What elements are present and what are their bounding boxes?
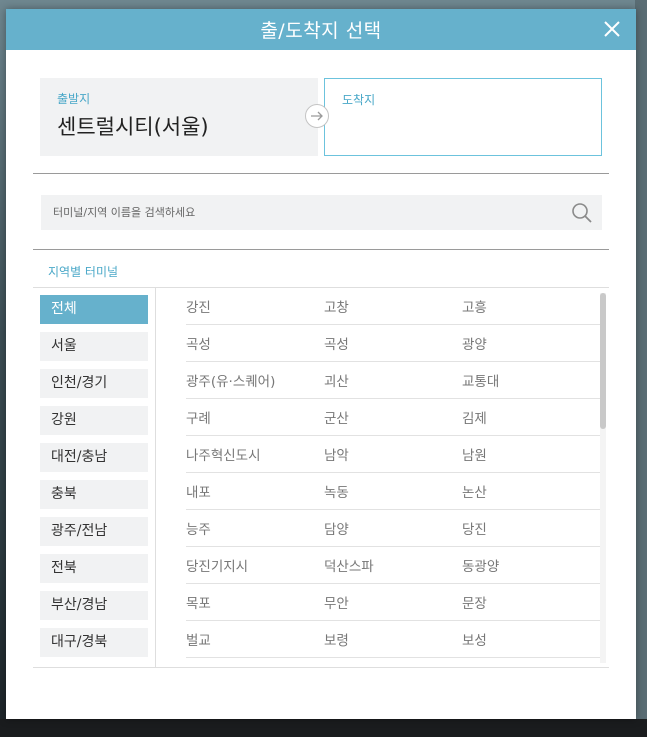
- terminal-item[interactable]: 목포: [186, 592, 324, 612]
- region-item[interactable]: 광주/전남: [40, 517, 148, 546]
- search-input[interactable]: [41, 195, 561, 230]
- region-item[interactable]: 대구/경북: [40, 628, 148, 657]
- region-item[interactable]: 전북: [40, 554, 148, 583]
- terminal-grid: 강진 고창 고흥 곡성 곡성 광양 광주(유·스퀘어) 괴산 교통대 구례 군산…: [186, 288, 600, 658]
- region-item[interactable]: 서울: [40, 332, 148, 361]
- terminal-item[interactable]: 김제: [462, 407, 600, 427]
- terminal-item[interactable]: 보령: [324, 629, 462, 649]
- terminal-item[interactable]: 남원: [462, 444, 600, 464]
- terminal-row: 당진기지시 덕산스파 동광양: [186, 547, 600, 584]
- arrival-field[interactable]: 도착지: [324, 78, 602, 156]
- close-button[interactable]: [598, 15, 626, 43]
- terminal-row: 광주(유·스퀘어) 괴산 교통대: [186, 362, 600, 399]
- terminal-item[interactable]: 문장: [462, 592, 600, 612]
- departure-value: 센트럴시티(서울): [57, 115, 209, 139]
- terminal-row: 강진 고창 고흥: [186, 288, 600, 325]
- region-panel: 전체 서울 인천/경기 강원 대전/충남 충북 광주/전남 전북 부산/경남 대…: [33, 287, 609, 668]
- region-section-title: 지역별 터미널: [48, 265, 119, 279]
- panel-divider: [155, 288, 156, 667]
- terminal-item[interactable]: 당진기지시: [186, 555, 324, 575]
- terminal-select-modal: 출/도착지 선택 출발지 센트럴시티(서울) 도착지 터미널/지역 이름을 검색…: [6, 9, 636, 719]
- terminal-item[interactable]: 괴산: [324, 370, 462, 390]
- terminal-item[interactable]: 당진: [462, 518, 600, 538]
- modal-header: 출/도착지 선택: [6, 9, 636, 50]
- terminal-row: 목포 무안 문장: [186, 584, 600, 621]
- terminal-item[interactable]: 벌교: [186, 629, 324, 649]
- route-selector: 출발지 센트럴시티(서울) 도착지: [40, 78, 602, 156]
- terminal-item[interactable]: 덕산스파: [324, 555, 462, 575]
- region-item[interactable]: 충북: [40, 480, 148, 509]
- terminal-item[interactable]: 나주혁신도시: [186, 444, 324, 464]
- terminal-row: 곡성 곡성 광양: [186, 325, 600, 362]
- region-item[interactable]: 전체: [40, 295, 148, 324]
- search-icon: [572, 203, 592, 223]
- search-button[interactable]: [570, 201, 594, 225]
- backdrop-bottom-bar: [0, 719, 647, 737]
- terminal-item[interactable]: 광주(유·스퀘어): [186, 370, 324, 390]
- terminal-item[interactable]: 고흥: [462, 296, 600, 316]
- divider: [33, 249, 609, 250]
- scrollbar[interactable]: [600, 293, 606, 663]
- terminal-item[interactable]: 군산: [324, 407, 462, 427]
- arrow-right-icon: [311, 111, 323, 121]
- terminal-item[interactable]: 강진: [186, 296, 324, 316]
- terminal-item[interactable]: 녹동: [324, 481, 462, 501]
- terminal-item[interactable]: 곡성: [186, 333, 324, 353]
- region-item[interactable]: 부산/경남: [40, 591, 148, 620]
- terminal-item[interactable]: 담양: [324, 518, 462, 538]
- arrival-label: 도착지: [342, 93, 376, 107]
- terminal-item[interactable]: 동광양: [462, 555, 600, 575]
- terminal-item[interactable]: 보성: [462, 629, 600, 649]
- terminal-item[interactable]: 광양: [462, 333, 600, 353]
- terminal-item[interactable]: 교통대: [462, 370, 600, 390]
- terminal-row: 벌교 보령 보성: [186, 621, 600, 658]
- terminal-item[interactable]: 고창: [324, 296, 462, 316]
- scrollbar-thumb[interactable]: [600, 293, 606, 429]
- region-item[interactable]: 인천/경기: [40, 369, 148, 398]
- terminal-item[interactable]: 곡성: [324, 333, 462, 353]
- close-icon: [604, 21, 620, 37]
- terminal-row: 내포 녹동 논산: [186, 473, 600, 510]
- terminal-item[interactable]: 무안: [324, 592, 462, 612]
- terminal-item[interactable]: 내포: [186, 481, 324, 501]
- terminal-item[interactable]: 구례: [186, 407, 324, 427]
- route-arrow: [305, 104, 329, 128]
- departure-label: 출발지: [57, 92, 91, 106]
- modal-title: 출/도착지 선택: [260, 20, 382, 42]
- region-list: 전체 서울 인천/경기 강원 대전/충남 충북 광주/전남 전북 부산/경남 대…: [40, 295, 148, 665]
- backdrop-strip: [635, 0, 647, 720]
- terminal-row: 나주혁신도시 남악 남원: [186, 436, 600, 473]
- departure-field[interactable]: 출발지 센트럴시티(서울): [40, 78, 318, 156]
- terminal-item[interactable]: 남악: [324, 444, 462, 464]
- search-bar: [41, 195, 602, 230]
- terminal-row: 능주 담양 당진: [186, 510, 600, 547]
- region-item[interactable]: 대전/충남: [40, 443, 148, 472]
- terminal-item[interactable]: 능주: [186, 518, 324, 538]
- divider: [33, 173, 609, 174]
- terminal-item[interactable]: 논산: [462, 481, 600, 501]
- region-item[interactable]: 강원: [40, 406, 148, 435]
- terminal-row: 구례 군산 김제: [186, 399, 600, 436]
